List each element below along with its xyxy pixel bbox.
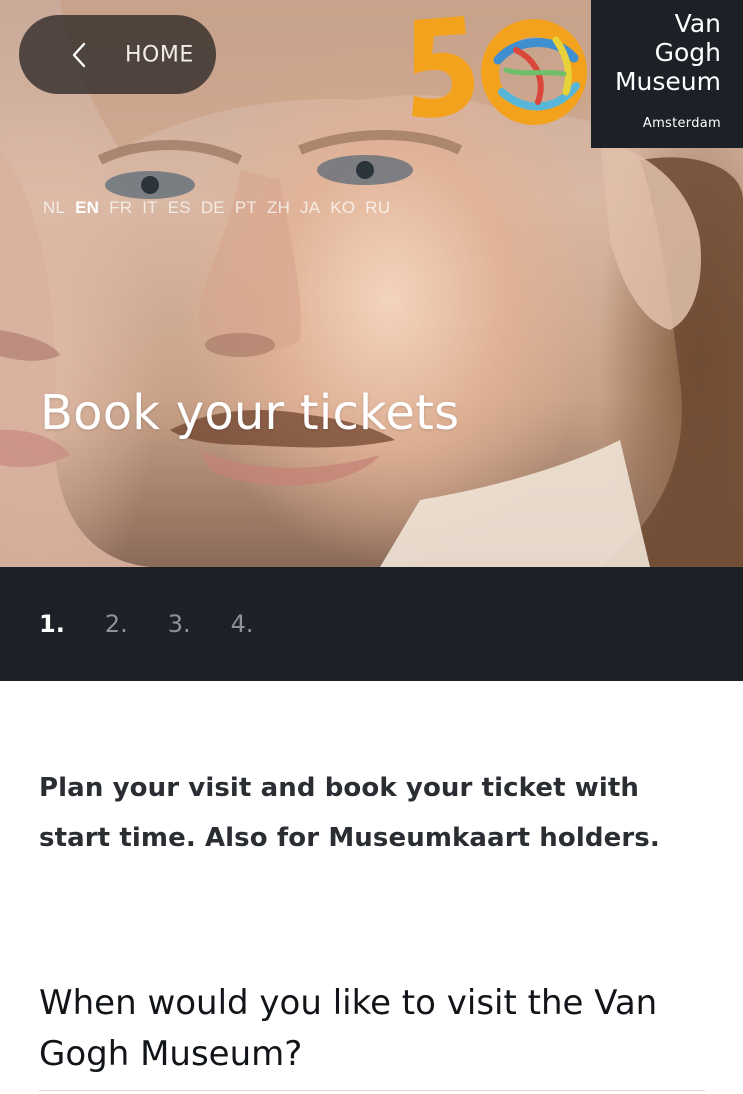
lang-ko[interactable]: KO xyxy=(330,198,355,218)
anniversary-50-logo xyxy=(412,16,587,125)
intro-text: Plan your visit and book your ticket wit… xyxy=(39,773,660,853)
step-2[interactable]: 2. xyxy=(105,610,128,638)
language-selector: NL EN FR IT ES DE PT ZH JA KO RU xyxy=(43,198,400,218)
lang-ja[interactable]: JA xyxy=(300,198,320,218)
booking-steps: 1. 2. 3. 4. xyxy=(0,567,743,681)
lang-ru[interactable]: RU xyxy=(365,198,390,218)
lang-zh[interactable]: ZH xyxy=(267,198,290,218)
lang-it[interactable]: IT xyxy=(142,198,158,218)
brand-line-2: Gogh xyxy=(654,38,721,67)
brand-line-3: Museum xyxy=(614,67,721,96)
visit-date-question: When would you like to visit the Van Gog… xyxy=(39,983,658,1074)
lang-de[interactable]: DE xyxy=(201,198,225,218)
lang-fr[interactable]: FR xyxy=(109,198,132,218)
divider xyxy=(39,1090,705,1091)
museum-brand-logo[interactable]: Van Gogh Museum Amsterdam xyxy=(591,0,743,148)
chevron-left-icon xyxy=(72,42,86,68)
home-label: HOME xyxy=(125,42,194,68)
lang-pt[interactable]: PT xyxy=(235,198,257,218)
brand-line-1: Van xyxy=(674,9,721,38)
step-1[interactable]: 1. xyxy=(39,610,65,638)
lang-nl[interactable]: NL xyxy=(43,198,65,218)
lang-es[interactable]: ES xyxy=(168,198,191,218)
step-3[interactable]: 3. xyxy=(168,610,191,638)
hero-banner: HOME Van Gogh Museum Amsterdam NL EN FR … xyxy=(0,0,743,567)
step-4[interactable]: 4. xyxy=(231,610,254,638)
brand-city: Amsterdam xyxy=(642,116,721,131)
page-title: Book your tickets xyxy=(40,385,460,441)
home-button[interactable]: HOME xyxy=(19,15,216,94)
lang-en[interactable]: EN xyxy=(75,198,99,218)
